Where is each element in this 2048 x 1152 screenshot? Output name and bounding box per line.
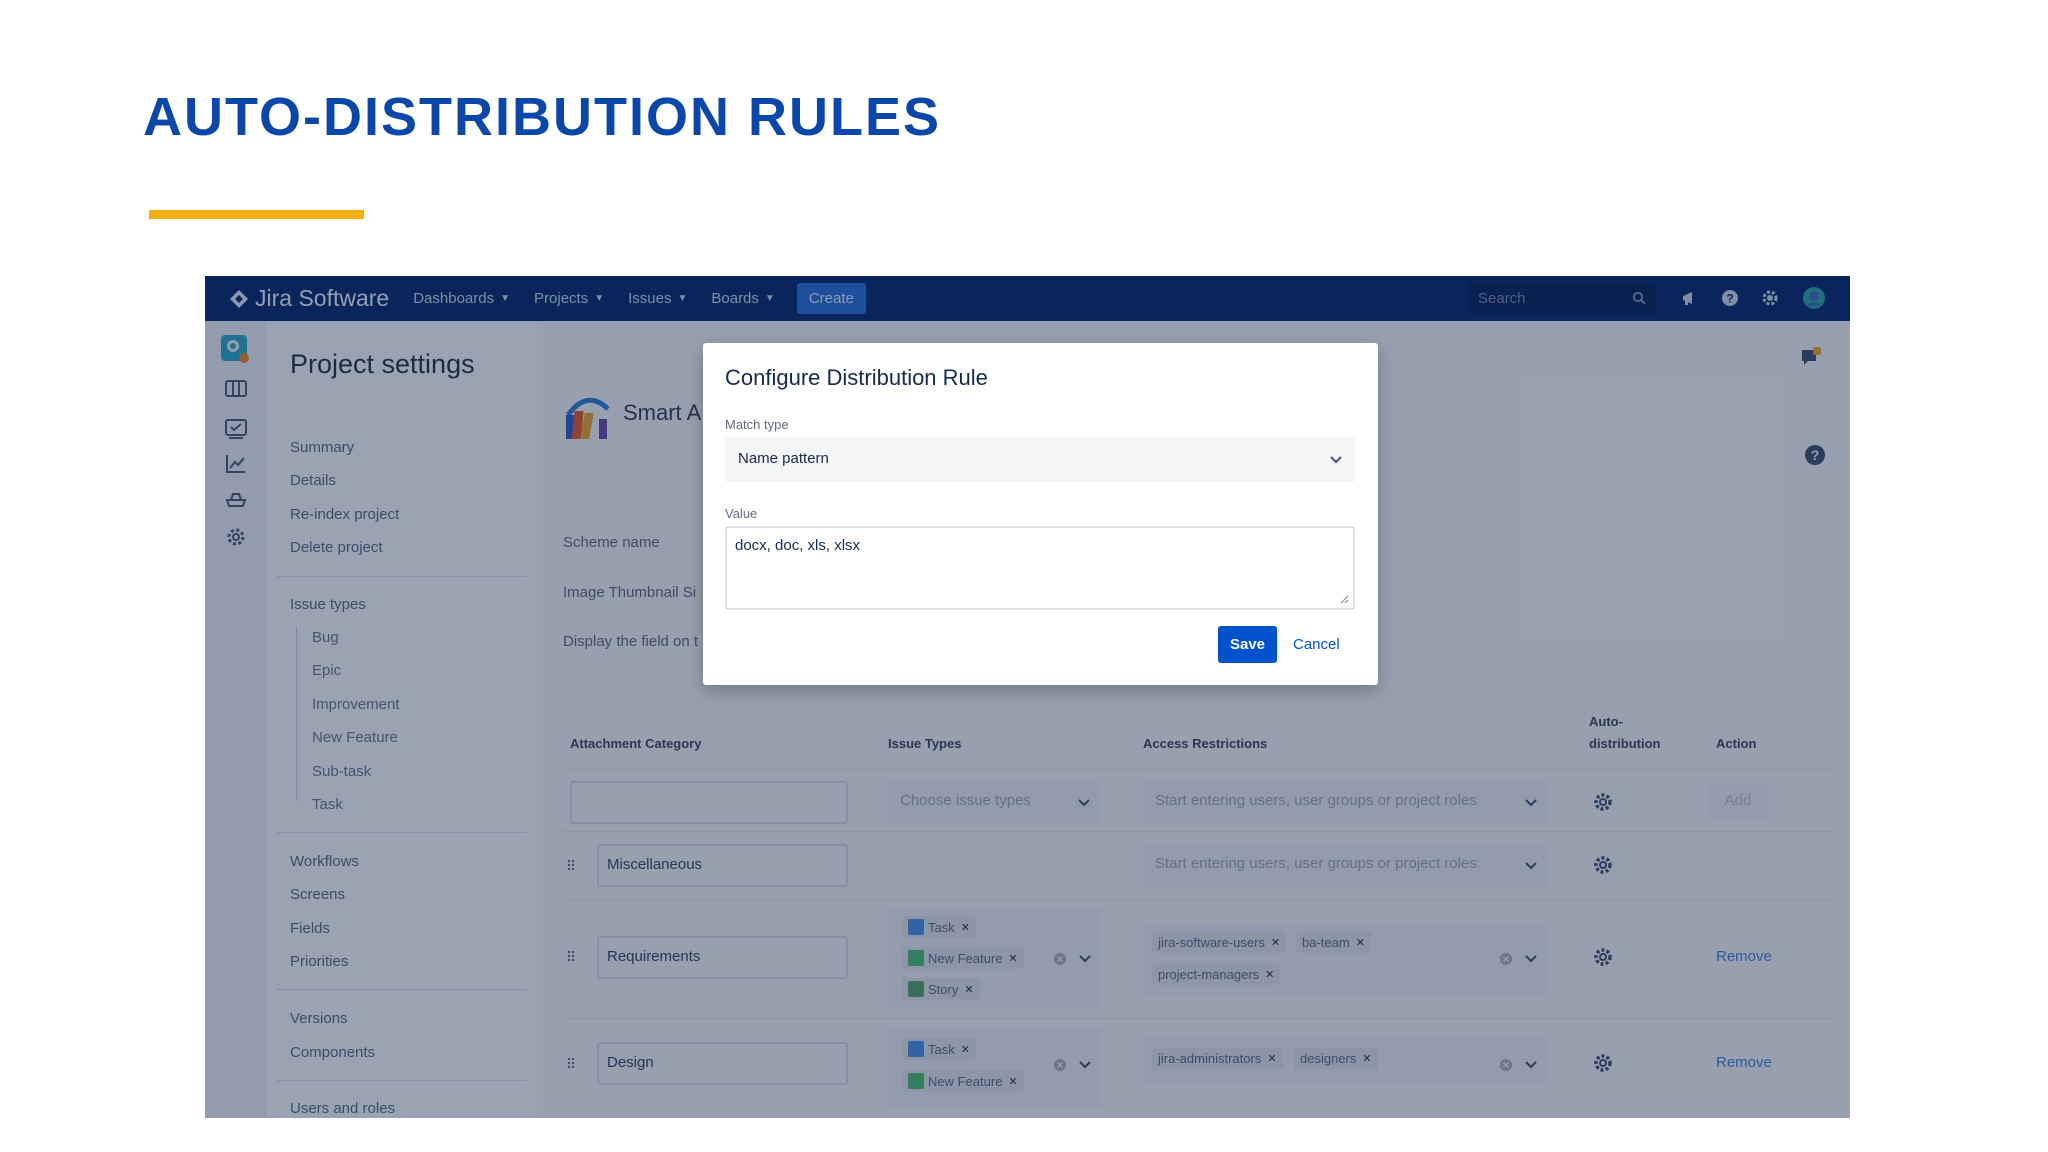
value-textarea[interactable]: docx, doc, xls, xlsx [725, 526, 1355, 610]
value-text: docx, doc, xls, xlsx [735, 537, 861, 554]
save-button[interactable]: Save [1218, 626, 1277, 663]
value-label: Value [725, 506, 758, 521]
match-type-label: Match type [725, 417, 789, 432]
configure-distribution-rule-dialog: Configure Distribution Rule Match type N… [703, 343, 1378, 685]
dialog-title: Configure Distribution Rule [725, 365, 988, 390]
resize-grip-icon[interactable] [1339, 594, 1349, 604]
title-accent-bar [149, 210, 364, 219]
match-type-select[interactable]: Name pattern [725, 437, 1355, 482]
cancel-button[interactable]: Cancel [1293, 636, 1340, 653]
jira-screenshot: Jira Software Dashboards ▼ Projects ▼ Issu… [205, 276, 1850, 1118]
match-type-value: Name pattern [738, 450, 829, 467]
slide-title: AUTO-DISTRIBUTION RULES [143, 87, 941, 147]
chevron-down-icon [1330, 456, 1342, 464]
